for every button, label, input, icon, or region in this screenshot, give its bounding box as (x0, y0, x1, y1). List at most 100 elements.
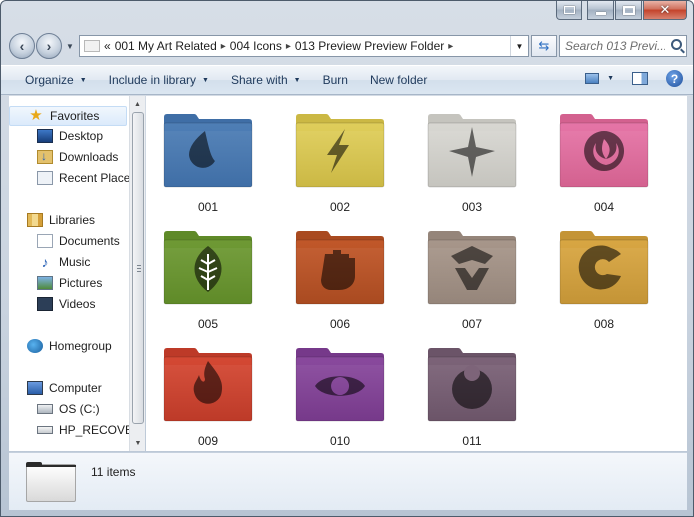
folder-item[interactable]: 009 (158, 345, 258, 457)
nav-item-music[interactable]: ♪ Music (37, 252, 91, 272)
preview-pane-icon[interactable] (632, 72, 648, 85)
breadcrumb-separator-icon[interactable]: ▸ (221, 41, 226, 52)
nav-item-videos[interactable]: Videos (37, 294, 95, 314)
nav-item-documents[interactable]: Documents (37, 231, 120, 251)
include-in-library-label: Include in library (108, 73, 197, 87)
folder-item[interactable]: 001 (158, 111, 258, 223)
folder-name: 007 (461, 317, 483, 331)
folder-item[interactable]: 004 (554, 111, 654, 223)
folder-name: 003 (461, 200, 483, 214)
folder-name: 001 (197, 200, 219, 214)
nav-label: Music (59, 255, 91, 269)
folder-name: 010 (329, 434, 351, 448)
nav-label: Favorites (50, 109, 100, 123)
folder-item[interactable]: 005 (158, 228, 258, 340)
grip-icon (137, 265, 141, 272)
dark-folder-icon (427, 348, 517, 422)
forward-button[interactable]: › (36, 33, 62, 59)
nav-item-recent-places[interactable]: Recent Place (37, 168, 129, 188)
organize-menu[interactable]: Organize ▼ (14, 68, 98, 92)
folder-item[interactable]: 002 (290, 111, 390, 223)
breadcrumb-item[interactable]: 004 Icons (230, 39, 282, 53)
eye-folder-icon (295, 348, 385, 422)
breadcrumb-item[interactable]: 013 Preview Preview Folder (295, 39, 444, 53)
downloads-icon (37, 149, 53, 164)
address-bar[interactable]: « 001 My Art Related ▸ 004 Icons ▸ 013 P… (79, 35, 529, 57)
scroll-up-icon[interactable]: ▲ (130, 96, 145, 112)
nav-item-favorites[interactable]: ★ Favorites (9, 106, 127, 126)
folder-item[interactable]: 003 (422, 111, 522, 223)
nav-label: Computer (49, 381, 102, 395)
drive-icon (37, 426, 53, 434)
scroll-down-icon[interactable]: ▼ (130, 435, 146, 451)
search-box (559, 35, 687, 57)
water-folder-icon (163, 114, 253, 188)
item-count: 11 items (91, 465, 136, 479)
nav-label: Libraries (49, 213, 96, 227)
folder-item[interactable]: 006 (290, 228, 390, 340)
star-icon: ★ (29, 107, 43, 124)
maximize-icon (622, 5, 635, 15)
folder-item[interactable]: 008 (554, 228, 654, 340)
command-bar: Organize ▼ Include in library ▼ Share with… (1, 65, 693, 95)
folder-item[interactable]: 007 (422, 228, 522, 340)
breadcrumb-separator-icon[interactable]: ▸ (286, 41, 291, 52)
chevron-down-icon: ▼ (202, 76, 209, 84)
folder-name: 008 (593, 317, 615, 331)
nav-item-computer[interactable]: Computer (27, 378, 102, 398)
nav-label: HP_RECOVER (59, 423, 129, 437)
nav-item-recovery-drive[interactable]: HP_RECOVER (37, 420, 129, 440)
breadcrumb-overflow[interactable]: « (104, 39, 111, 53)
breadcrumb-separator-icon[interactable]: ▸ (448, 41, 453, 52)
close-button[interactable]: ✕ (643, 1, 687, 20)
lightning-folder-icon (295, 114, 385, 188)
file-list: 001 002 003 004 005 006 007 008 009 010 … (146, 96, 687, 451)
share-with-menu[interactable]: Share with ▼ (220, 68, 312, 92)
help-icon[interactable]: ? (666, 70, 683, 87)
address-history-dropdown[interactable]: ▼ (510, 36, 528, 56)
search-icon[interactable] (671, 39, 682, 50)
extra-caption-button[interactable] (556, 1, 582, 20)
chevron-down-icon: ▼ (79, 76, 87, 84)
change-view-icon[interactable] (585, 73, 600, 84)
desktop-icon (37, 129, 53, 143)
nav-item-downloads[interactable]: Downloads (37, 147, 118, 167)
share-with-label: Share with (230, 73, 288, 87)
folder-item[interactable]: 010 (290, 345, 390, 457)
nav-item-pictures[interactable]: Pictures (37, 273, 102, 293)
videos-icon (37, 297, 53, 311)
minimize-icon (595, 11, 606, 15)
nav-item-homegroup[interactable]: Homegroup (27, 336, 112, 356)
navigation-scrollbar[interactable]: ▲ ▼ (129, 96, 145, 451)
music-note-icon: ♪ (41, 254, 49, 270)
new-folder-button[interactable]: New folder (359, 68, 438, 92)
back-button[interactable]: ‹ (9, 33, 35, 59)
nav-item-os-drive[interactable]: OS (C:) (37, 399, 100, 419)
close-icon: ✕ (659, 2, 671, 17)
metal-folder-icon (427, 231, 517, 305)
refresh-button[interactable]: ⇆ (531, 35, 557, 57)
psychic-folder-icon (559, 114, 649, 188)
breadcrumb-item[interactable]: 001 My Art Related (115, 39, 217, 53)
folder-name: 011 (462, 434, 482, 448)
folder-name: 006 (329, 317, 351, 331)
recent-pages-dropdown[interactable]: ▼ (64, 42, 76, 51)
search-input[interactable] (565, 39, 665, 53)
nav-label: Downloads (59, 150, 119, 164)
folder-name: 002 (329, 200, 351, 214)
nav-item-libraries[interactable]: Libraries (27, 210, 95, 230)
leaf-folder-icon (163, 231, 253, 305)
recent-places-icon (37, 171, 53, 185)
minimize-button[interactable] (587, 1, 614, 20)
fire-folder-icon (163, 348, 253, 422)
folder-item[interactable]: 011 (422, 345, 522, 457)
nav-item-desktop[interactable]: Desktop (37, 126, 103, 146)
nav-label: Homegroup (49, 339, 112, 353)
view-options-dropdown[interactable]: ▼ (607, 75, 614, 82)
scroll-thumb[interactable] (132, 112, 144, 424)
nav-label: Videos (59, 297, 96, 311)
include-in-library-menu[interactable]: Include in library ▼ (98, 68, 220, 92)
maximize-button[interactable] (615, 1, 642, 20)
burn-button[interactable]: Burn (312, 68, 359, 92)
fist-folder-icon (295, 231, 385, 305)
